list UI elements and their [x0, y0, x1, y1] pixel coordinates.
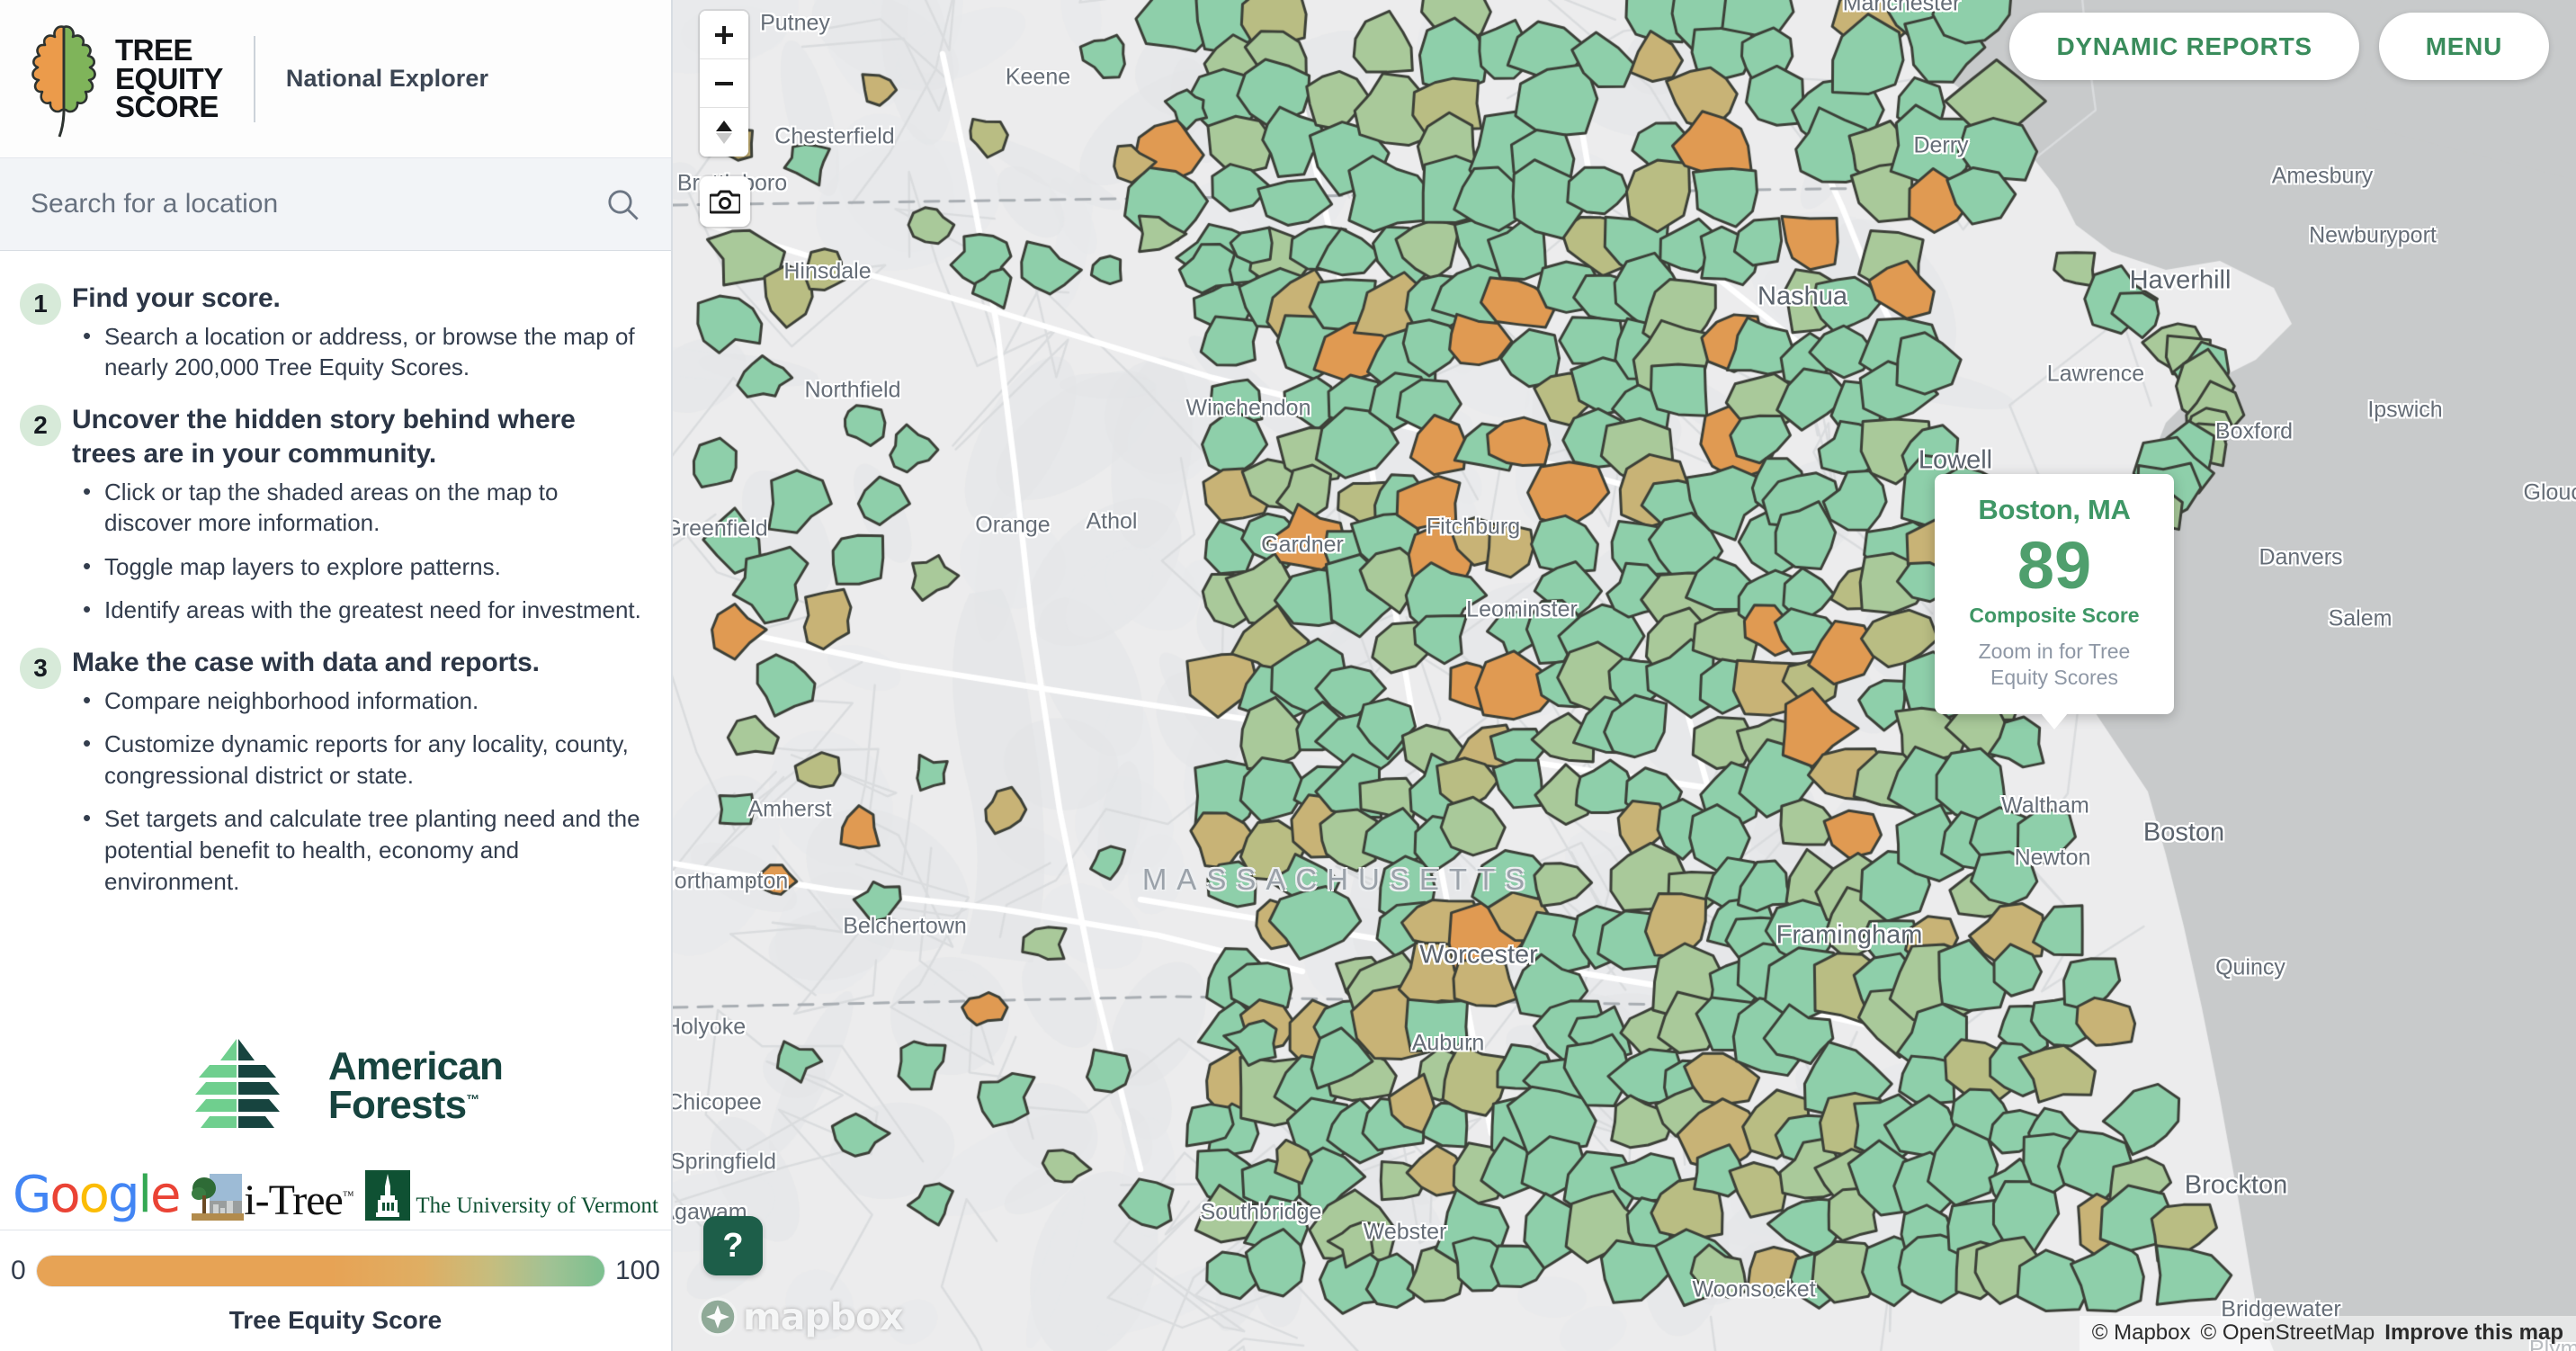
step-number-badge: 3 [20, 647, 61, 689]
american-forests-line-1: American [327, 1043, 504, 1088]
plus-icon [715, 25, 733, 44]
step-number-badge: 2 [20, 404, 61, 446]
mapbox-logo-icon [698, 1297, 738, 1337]
brand-line-1: TREE [115, 32, 193, 67]
info-card-score: 89 [2017, 528, 2092, 603]
step-bullet: Click or tap the shaded areas on the map… [83, 476, 644, 539]
step-bullet: Toggle map layers to explore patterns. [83, 550, 644, 583]
zoom-out-button[interactable] [700, 59, 748, 108]
compass-button[interactable] [700, 108, 748, 157]
instruction-step: 2 Uncover the hidden story behind where … [20, 403, 644, 639]
step-bullet: Compare neighborhood information. [83, 684, 644, 717]
step-bullet: Set targets and calculate tree planting … [83, 802, 644, 897]
mapbox-wordmark: mapbox [743, 1295, 904, 1338]
uvm-logo-icon[interactable]: The University of Vermont [365, 1170, 658, 1221]
step-number-badge: 1 [20, 283, 61, 325]
google-logo-icon[interactable]: Google [13, 1170, 182, 1221]
info-card-title: Boston, MA [1978, 494, 2131, 525]
brand-wordmark: TREE EQUITY SCORE [115, 32, 223, 124]
menu-button[interactable]: MENU [2378, 13, 2549, 80]
search-bar[interactable] [0, 158, 671, 251]
info-card-score-label: Composite Score [1969, 603, 2140, 627]
tree-equity-score-app: TREE EQUITY SCORE National Explorer 1 Fi… [0, 0, 2576, 1351]
zoom-in-button[interactable] [700, 11, 748, 59]
map-top-actions: DYNAMIC REPORTS MENU [2009, 13, 2549, 80]
step-title: Uncover the hidden story behind where tr… [72, 404, 576, 469]
osm-copyright[interactable]: © OpenStreetMap [2201, 1320, 2375, 1346]
legend-caption: Tree Equity Score [228, 1306, 443, 1334]
compass-north-arrow-icon [716, 121, 732, 144]
search-icon[interactable] [604, 186, 640, 222]
itree-wordmark: i-Tree™ [244, 1176, 353, 1224]
american-forests-logo[interactable]: American Forests™ [0, 1035, 671, 1136]
location-info-card[interactable]: Boston, MA 89 Composite Score Zoom in fo… [1935, 474, 2174, 714]
instruction-step: 3 Make the case with data and reports. C… [20, 646, 644, 909]
oak-leaf-icon [31, 24, 96, 138]
improve-map-link[interactable]: Improve this map [2384, 1320, 2563, 1346]
map-canvas[interactable] [673, 0, 2576, 1351]
map-zoom-controls[interactable] [700, 11, 748, 157]
step-bullet: Customize dynamic reports for any locali… [83, 728, 644, 791]
help-button[interactable]: ? [703, 1216, 763, 1275]
minus-icon [715, 81, 733, 85]
legend-gradient-bar [36, 1256, 604, 1286]
brand-line-2: EQUITY [115, 61, 223, 95]
american-forests-line-2: Forests [327, 1083, 467, 1127]
brand-header: TREE EQUITY SCORE National Explorer [0, 0, 671, 158]
map-view[interactable]: ? DYNAMIC REPORTS MENU Boston, MA 89 Com… [673, 0, 2576, 1351]
info-card-hint: Zoom in for Tree Equity Scores [1978, 639, 2131, 689]
legend-min-value: 0 [11, 1256, 26, 1285]
step-bullet: Search a location or address, or browse … [83, 320, 644, 383]
itree-tree-city-icon [192, 1174, 245, 1221]
mapbox-attribution-logo[interactable]: mapbox [698, 1295, 904, 1338]
uvm-tower-icon [365, 1170, 411, 1221]
search-input[interactable] [31, 189, 604, 219]
step-title: Make the case with data and reports. [72, 647, 540, 677]
trademark-symbol: ™ [466, 1092, 479, 1108]
step-bullet: Identify areas with the greatest need fo… [83, 594, 644, 626]
brand-divider [253, 35, 255, 122]
instructions-list: 1 Find your score. Search a location or … [0, 251, 671, 917]
brand-line-3: SCORE [115, 90, 219, 124]
tree-equity-score-legend: 0 100 Tree Equity Score [0, 1236, 671, 1351]
partner-logos: Google i-Tree™ The University of Vermont [0, 1170, 671, 1230]
sidebar: TREE EQUITY SCORE National Explorer 1 Fi… [0, 0, 673, 1351]
dynamic-reports-button[interactable]: DYNAMIC REPORTS [2009, 13, 2359, 80]
step-title: Find your score. [72, 283, 281, 313]
uvm-wordmark: The University of Vermont [416, 1193, 658, 1218]
map-attribution-bar: © Mapbox © OpenStreetMap Improve this ma… [2079, 1316, 2576, 1351]
app-subtitle: National Explorer [285, 65, 489, 92]
screenshot-button[interactable] [700, 176, 750, 227]
itree-logo-icon[interactable]: i-Tree™ [192, 1172, 354, 1224]
instruction-step: 1 Find your score. Search a location or … [20, 282, 644, 396]
american-forests-tree-icon [194, 1039, 280, 1128]
sponsors-section: American Forests™ Google i-Tree™ The Uni… [0, 1035, 671, 1236]
legend-max-value: 100 [614, 1256, 660, 1285]
camera-icon [710, 190, 740, 214]
mapbox-copyright[interactable]: © Mapbox [2092, 1320, 2191, 1346]
